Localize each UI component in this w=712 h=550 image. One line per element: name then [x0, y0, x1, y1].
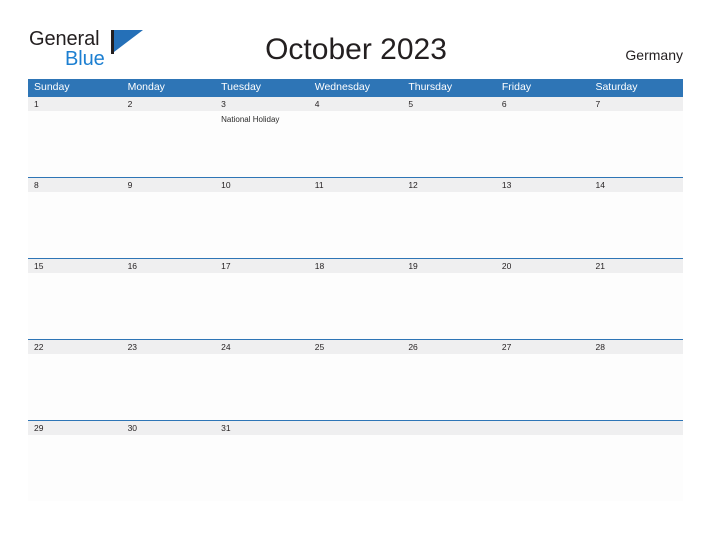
day-header-thursday: Thursday — [408, 81, 453, 93]
day-number[interactable]: 30 — [122, 421, 216, 435]
day-number[interactable]: 21 — [589, 259, 683, 273]
event-label: National Holiday — [221, 115, 280, 124]
page-header: General Blue October 2023 Germany — [0, 0, 712, 78]
day-cell[interactable] — [122, 435, 216, 501]
day-number[interactable]: 3 — [215, 97, 309, 111]
day-number[interactable]: 24 — [215, 340, 309, 354]
day-cell[interactable] — [309, 354, 403, 420]
day-number[interactable]: 2 — [122, 97, 216, 111]
day-number[interactable]: 31 — [215, 421, 309, 435]
day-number[interactable]: 4 — [309, 97, 403, 111]
day-number[interactable]: 5 — [402, 97, 496, 111]
week-date-band: 29 30 31 — [28, 421, 683, 435]
day-cell[interactable] — [28, 435, 122, 501]
day-number[interactable]: 28 — [589, 340, 683, 354]
day-number[interactable]: 17 — [215, 259, 309, 273]
day-number[interactable]: 14 — [589, 178, 683, 192]
day-cell[interactable]: National Holiday — [215, 111, 309, 177]
calendar-week-row: 29 30 31 — [28, 420, 683, 501]
week-date-band: 8 9 10 11 12 13 14 — [28, 178, 683, 192]
day-number[interactable]: 29 — [28, 421, 122, 435]
day-number[interactable]: 20 — [496, 259, 590, 273]
day-cell[interactable] — [215, 435, 309, 501]
day-cell[interactable] — [215, 192, 309, 258]
day-cell[interactable] — [28, 111, 122, 177]
day-cell[interactable] — [402, 192, 496, 258]
day-number[interactable]: 25 — [309, 340, 403, 354]
day-number[interactable]: 7 — [589, 97, 683, 111]
calendar-week-row: 15 16 17 18 19 20 21 — [28, 258, 683, 339]
calendar-page: General Blue October 2023 Germany Sunday… — [0, 0, 712, 550]
day-cell[interactable] — [309, 435, 403, 501]
day-cell[interactable] — [496, 273, 590, 339]
day-cell[interactable] — [122, 111, 216, 177]
day-cell[interactable] — [496, 192, 590, 258]
day-number[interactable]: 11 — [309, 178, 403, 192]
day-number[interactable]: 9 — [122, 178, 216, 192]
day-cell[interactable] — [589, 354, 683, 420]
day-header-monday: Monday — [127, 81, 165, 93]
day-cell[interactable] — [122, 354, 216, 420]
week-event-band: National Holiday — [28, 111, 683, 177]
day-cell[interactable] — [309, 192, 403, 258]
day-header-tuesday: Tuesday — [221, 81, 262, 93]
week-event-band — [28, 192, 683, 258]
week-event-band — [28, 273, 683, 339]
day-number[interactable]: 18 — [309, 259, 403, 273]
day-cell[interactable] — [28, 354, 122, 420]
day-cell[interactable] — [402, 273, 496, 339]
country-label: Germany — [625, 47, 683, 63]
day-cell[interactable] — [28, 192, 122, 258]
day-number[interactable] — [309, 421, 403, 435]
day-of-week-header: Sunday Monday Tuesday Wednesday Thursday… — [28, 79, 683, 96]
day-number[interactable]: 8 — [28, 178, 122, 192]
day-cell[interactable] — [309, 111, 403, 177]
day-number[interactable]: 26 — [402, 340, 496, 354]
day-number[interactable]: 22 — [28, 340, 122, 354]
day-number[interactable]: 23 — [122, 340, 216, 354]
week-date-band: 15 16 17 18 19 20 21 — [28, 259, 683, 273]
day-cell[interactable] — [496, 435, 590, 501]
week-date-band: 22 23 24 25 26 27 28 — [28, 340, 683, 354]
day-cell[interactable] — [496, 111, 590, 177]
day-cell[interactable] — [496, 354, 590, 420]
day-number[interactable] — [589, 421, 683, 435]
day-cell[interactable] — [402, 111, 496, 177]
day-cell[interactable] — [122, 192, 216, 258]
calendar-week-row: 22 23 24 25 26 27 28 — [28, 339, 683, 420]
week-event-band — [28, 354, 683, 420]
day-number[interactable]: 15 — [28, 259, 122, 273]
day-cell[interactable] — [309, 273, 403, 339]
day-cell[interactable] — [589, 192, 683, 258]
day-number[interactable]: 12 — [402, 178, 496, 192]
calendar-week-row: 8 9 10 11 12 13 14 — [28, 177, 683, 258]
day-cell[interactable] — [589, 273, 683, 339]
day-cell[interactable] — [215, 354, 309, 420]
day-number[interactable]: 13 — [496, 178, 590, 192]
calendar-grid: Sunday Monday Tuesday Wednesday Thursday… — [28, 79, 683, 501]
day-cell[interactable] — [215, 273, 309, 339]
day-cell[interactable] — [122, 273, 216, 339]
day-number[interactable]: 10 — [215, 178, 309, 192]
calendar-week-row: 1 2 3 4 5 6 7 National Holiday — [28, 96, 683, 177]
day-cell[interactable] — [402, 435, 496, 501]
day-cell[interactable] — [28, 273, 122, 339]
page-title: October 2023 — [265, 33, 447, 66]
day-number[interactable]: 1 — [28, 97, 122, 111]
day-cell[interactable] — [589, 111, 683, 177]
day-number[interactable] — [496, 421, 590, 435]
day-header-wednesday: Wednesday — [314, 81, 370, 93]
day-cell[interactable] — [402, 354, 496, 420]
day-number[interactable]: 27 — [496, 340, 590, 354]
day-header-saturday: Saturday — [595, 81, 638, 93]
day-header-friday: Friday — [501, 81, 532, 93]
week-date-band: 1 2 3 4 5 6 7 — [28, 97, 683, 111]
day-number[interactable]: 6 — [496, 97, 590, 111]
day-cell[interactable] — [589, 435, 683, 501]
day-number[interactable]: 19 — [402, 259, 496, 273]
day-number[interactable] — [402, 421, 496, 435]
week-event-band — [28, 435, 683, 501]
day-header-sunday: Sunday — [34, 81, 70, 93]
day-number[interactable]: 16 — [122, 259, 216, 273]
